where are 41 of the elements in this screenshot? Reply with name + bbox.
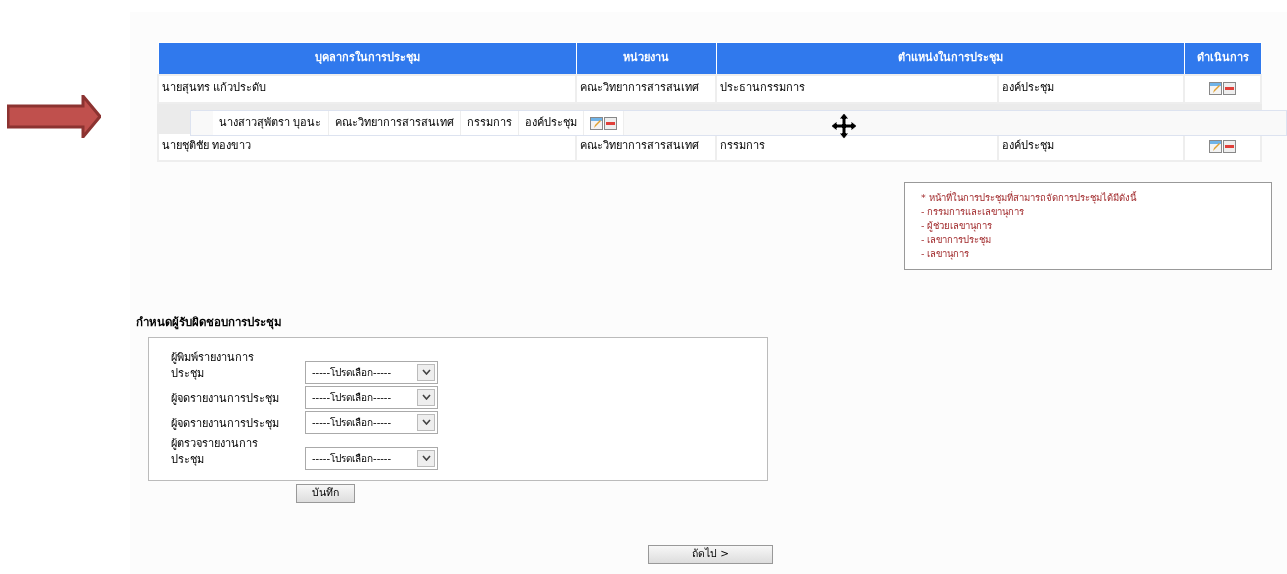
note-item: - กรรมการและเลขานุการ bbox=[921, 204, 1026, 219]
caret-icon bbox=[421, 394, 431, 401]
field-label: ผู้จดรายงานการประชุม bbox=[171, 390, 280, 407]
table-cell: นางสาวสุพัตรา บุอนะ bbox=[213, 111, 329, 135]
table-cell: คณะวิทยาการสารสนเทศ bbox=[328, 111, 461, 135]
table-cell: องค์ประชุม bbox=[998, 74, 1184, 103]
column-header: ดำเนินการ bbox=[1184, 42, 1261, 75]
table-cell: กรรมการ bbox=[460, 111, 519, 135]
arrow-icon bbox=[7, 95, 101, 138]
table-cell: นายสุนทร แก้วประดับ bbox=[158, 74, 576, 103]
caret-icon bbox=[421, 455, 431, 462]
edit-icon[interactable] bbox=[1209, 81, 1222, 95]
select-field[interactable]: -----โปรดเลือก----- bbox=[305, 360, 438, 384]
delete-icon[interactable] bbox=[603, 116, 617, 130]
select-field[interactable]: -----โปรดเลือก----- bbox=[305, 410, 438, 434]
note-item: - ผู้ช่วยเลขานุการ bbox=[921, 218, 994, 233]
note-item: - เลขานุการ bbox=[921, 246, 971, 261]
note-item: - เลขาการประชุม bbox=[921, 232, 993, 247]
note-heading: * หน้าที่ในการประชุมที่สามารถจัดการประชุมได้มีดังนี้ bbox=[921, 190, 1138, 205]
caret-icon bbox=[421, 419, 431, 426]
section-title: กำหนดผู้รับผิดชอบการประชุม bbox=[136, 313, 283, 331]
field-label: ผู้จดรายงานการประชุม bbox=[171, 415, 280, 432]
dragged-row[interactable]: นางสาวสุพัตรา บุอนะ คณะวิทยาการสารสนเทศ กรรมการ องค์ประชุม bbox=[190, 110, 1287, 136]
column-header: ตำแหน่งในการประชุม bbox=[716, 42, 1184, 75]
caret-icon bbox=[421, 369, 431, 376]
edit-icon[interactable] bbox=[589, 116, 603, 130]
column-header: หน่วยงาน bbox=[576, 42, 716, 75]
select-field[interactable]: -----โปรดเลือก----- bbox=[305, 385, 438, 409]
table-cell: ประธานกรรมการ bbox=[716, 74, 998, 103]
field-label: ผู้พิมพ์รายงานการประชุม bbox=[171, 349, 255, 382]
next-button[interactable]: ถัดไป > bbox=[648, 544, 773, 564]
edit-icon[interactable] bbox=[1209, 139, 1222, 153]
delete-icon[interactable] bbox=[1223, 81, 1236, 95]
select-field[interactable]: -----โปรดเลือก----- bbox=[305, 446, 438, 470]
field-label: ผู้ตรวจรายงานการประชุม bbox=[171, 435, 259, 468]
save-button[interactable]: บันทึก bbox=[296, 483, 355, 503]
table-cell: องค์ประชุม bbox=[518, 111, 584, 135]
delete-icon[interactable] bbox=[1223, 139, 1236, 153]
column-header: บุคลากรในการประชุม bbox=[158, 42, 576, 75]
move-cursor-icon bbox=[830, 112, 858, 140]
table-cell: คณะวิทยาการสารสนเทศ bbox=[576, 74, 716, 103]
